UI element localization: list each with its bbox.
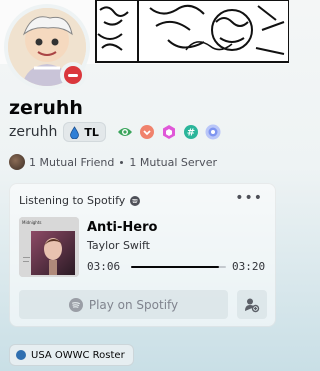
listen-along-button[interactable] [237,290,267,319]
spotify-activity-card: Listening to Spotify ••• Midnights Anti-… [9,183,276,327]
progress-bar [131,266,226,268]
album-label: Midnights [22,220,42,225]
spotify-icon [130,195,141,206]
album-cover[interactable]: Midnights [19,217,79,277]
activity-header: Listening to Spotify [19,194,141,207]
mutual-servers-label[interactable]: 1 Mutual Server [129,156,217,169]
elapsed-time: 03:06 [87,260,121,273]
server-tag-label: TL [84,125,99,139]
separator-dot [120,160,124,164]
server-boost-icon[interactable] [204,123,222,141]
server-tag[interactable]: TL [63,122,106,142]
water-drop-icon [70,125,80,139]
mutual-friends-label[interactable]: 1 Mutual Friend [29,156,114,169]
display-name: zeruhh [9,97,83,119]
lootbox-icon[interactable] [138,123,156,141]
username-row: zeruhh TL # [9,121,222,143]
song-title[interactable]: Anti-Hero [87,220,157,235]
username: zeruhh [9,124,58,140]
album-art [19,217,79,277]
mutuals-row[interactable]: 1 Mutual Friend 1 Mutual Server [9,153,217,171]
nitro-gem-icon[interactable] [160,123,178,141]
activity-header-label: Listening to Spotify [19,194,126,207]
hypesquad-icon[interactable] [116,123,134,141]
hashtag-icon[interactable]: # [182,123,200,141]
play-on-spotify-label: Play on Spotify [88,297,179,312]
play-on-spotify-button[interactable]: Play on Spotify [19,290,228,319]
mutual-friend-avatar [9,154,25,170]
more-options-button[interactable]: ••• [235,190,263,206]
do-not-disturb-icon [64,66,82,84]
duration-time: 03:20 [232,260,266,273]
role-label: USA OWWC Roster [31,349,125,361]
user-add-icon [245,298,260,312]
progress-fill [131,266,220,268]
spotify-icon [68,297,83,312]
role-color-dot [16,350,26,360]
badge-list: # [116,123,222,141]
status-indicator [60,62,86,88]
role-pill[interactable]: USA OWWC Roster [9,344,134,366]
svg-text:#: # [187,128,195,139]
song-artist[interactable]: Taylor Swift [87,239,150,252]
